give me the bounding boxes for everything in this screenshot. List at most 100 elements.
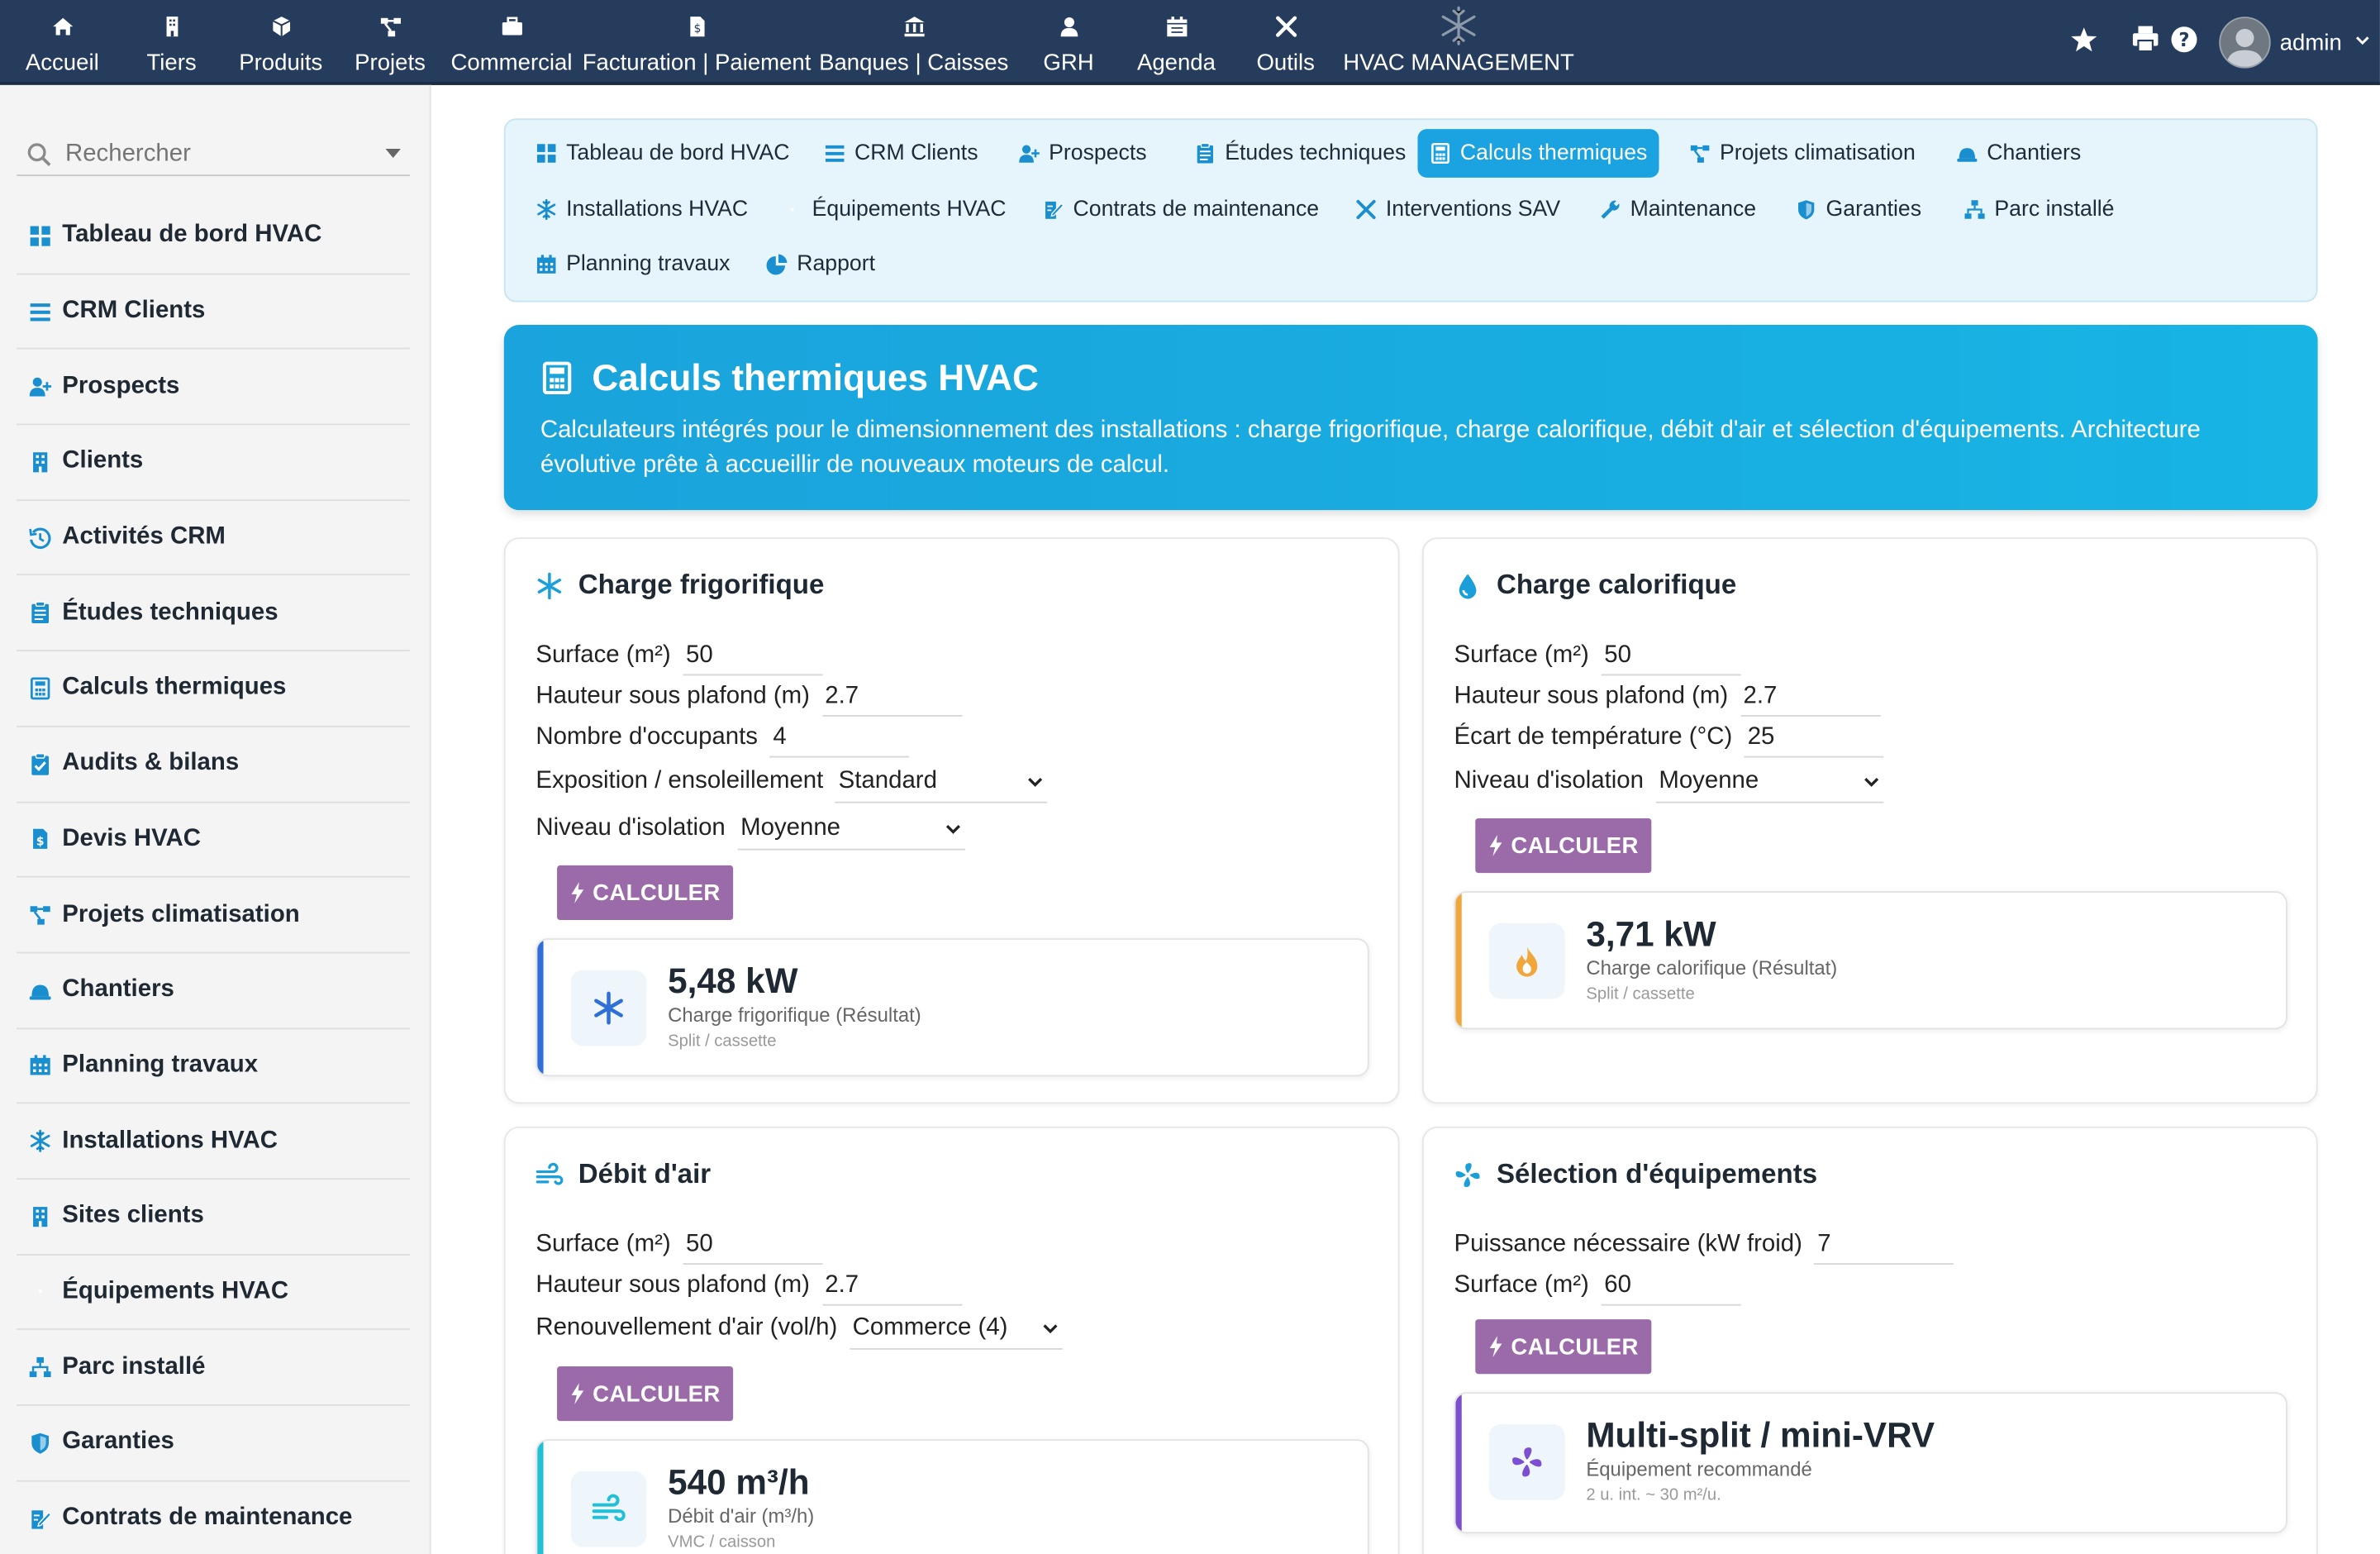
result-label: Charge frigorifique (Résultat) bbox=[668, 1003, 921, 1027]
tab-label: Installations HVAC bbox=[566, 197, 749, 222]
cube-icon bbox=[269, 0, 293, 51]
sidebar-item[interactable]: CRM Clients bbox=[17, 274, 410, 350]
sidebar-item[interactable]: Sites clients bbox=[17, 1180, 410, 1256]
tab-equipements-hvac[interactable]: Équipements HVAC bbox=[769, 185, 1018, 234]
topnav-accueil[interactable]: Accueil bbox=[18, 0, 107, 85]
topnav-banques[interactable]: Banques | Caisses bbox=[819, 0, 1008, 85]
print-icon bbox=[2131, 24, 2160, 60]
search-dropdown-caret[interactable] bbox=[385, 148, 401, 159]
isolation-select[interactable]: Moyenne bbox=[737, 808, 965, 851]
project-icon bbox=[378, 0, 402, 51]
calendar-icon bbox=[536, 254, 557, 275]
sidebar-item[interactable]: Calculs thermiques bbox=[17, 651, 410, 727]
tab-crm-clients[interactable]: CRM Clients bbox=[812, 129, 991, 178]
topnav-label: GRH bbox=[1043, 50, 1094, 76]
calculer-button[interactable]: CALCULER bbox=[557, 1366, 734, 1422]
renouvellement-select[interactable]: Commerce (4) bbox=[850, 1307, 1063, 1350]
topnav-grh[interactable]: GRH bbox=[1038, 0, 1098, 85]
chevron-down-icon bbox=[1864, 777, 1878, 786]
snowflake-icon bbox=[17, 1129, 62, 1153]
hauteur-input[interactable]: 2.7 bbox=[821, 1266, 962, 1306]
sidebar-item[interactable]: Activités CRM bbox=[17, 501, 410, 576]
tab-calculs-thermiques[interactable]: Calculs thermiques bbox=[1417, 129, 1660, 178]
hvac-tabs: Tableau de bord HVAC CRM Clients Prospects… bbox=[503, 118, 2318, 303]
sidebar-item[interactable]: Parc installé bbox=[17, 1331, 410, 1406]
topnav-projets[interactable]: Projets bbox=[352, 0, 428, 85]
sidebar-item[interactable]: Projets climatisation bbox=[17, 878, 410, 954]
bolt-icon bbox=[1490, 1336, 1503, 1358]
hauteur-input[interactable]: 2.7 bbox=[1740, 677, 1880, 717]
tab-etudes-techniques[interactable]: Études techniques bbox=[1183, 129, 1418, 178]
tab-maintenance[interactable]: Maintenance bbox=[1587, 185, 1768, 234]
tab-parc-installe[interactable]: Parc installé bbox=[1952, 185, 2126, 234]
sidebar-item[interactable]: Installations HVAC bbox=[17, 1104, 410, 1180]
sidebar-item-label: CRM Clients bbox=[62, 298, 206, 324]
wrench-icon bbox=[1600, 199, 1621, 221]
sidebar-item[interactable]: Chantiers bbox=[17, 953, 410, 1029]
sidebar-item-label: Équipements HVAC bbox=[62, 1278, 289, 1304]
dashboard-icon bbox=[536, 143, 557, 164]
tab-prospects[interactable]: Prospects bbox=[1007, 129, 1159, 178]
sidebar-item[interactable]: Prospects bbox=[17, 350, 410, 426]
tab-tableau-de-bord-hvac[interactable]: Tableau de bord HVAC bbox=[524, 129, 802, 178]
tab-contrats-de-maintenance[interactable]: Contrats de maintenance bbox=[1031, 185, 1331, 234]
calculer-button[interactable]: CALCULER bbox=[1475, 1319, 1652, 1375]
tab-projets-climatisation[interactable]: Projets climatisation bbox=[1678, 129, 1928, 178]
help-button[interactable]: ? bbox=[2170, 0, 2197, 85]
sidebar-item-label: Prospects bbox=[62, 373, 180, 399]
sidebar-item-label: Activités CRM bbox=[62, 523, 226, 551]
exposition-select[interactable]: Standard bbox=[835, 760, 1049, 803]
hardhat-icon bbox=[17, 979, 62, 1002]
sidebar-item-label: Calculs thermiques bbox=[62, 675, 287, 701]
result-value: 3,71 kW bbox=[1586, 913, 1716, 954]
hauteur-input[interactable]: 2.7 bbox=[821, 677, 962, 717]
sidebar-search[interactable] bbox=[17, 134, 410, 177]
tab-installations-hvac[interactable]: Installations HVAC bbox=[524, 185, 760, 234]
sidebar-item[interactable]: Contrats de maintenance bbox=[17, 1481, 410, 1554]
sidebar-item[interactable]: $ Devis HVAC bbox=[17, 803, 410, 878]
sidebar-item[interactable]: Audits & bilans bbox=[17, 727, 410, 803]
sidebar-item[interactable]: Garanties bbox=[17, 1406, 410, 1482]
topnav-tiers[interactable]: Tiers bbox=[140, 0, 203, 85]
result-equipement: Multi-split / mini-VRV Équipement recomm… bbox=[1454, 1392, 2287, 1534]
tab-label: Rapport bbox=[797, 251, 876, 277]
topnav-produits[interactable]: Produits bbox=[236, 0, 326, 85]
print-button[interactable] bbox=[2131, 0, 2160, 85]
topnav-outils[interactable]: Outils bbox=[1254, 0, 1317, 85]
bookmark-button[interactable] bbox=[2070, 0, 2097, 85]
clipboard-icon bbox=[1194, 142, 1216, 164]
surface-input[interactable]: 60 bbox=[1601, 1266, 1741, 1306]
sidebar-item[interactable]: Tableau de bord HVAC bbox=[17, 199, 410, 274]
tab-garanties[interactable]: Garanties bbox=[1783, 185, 1934, 234]
sidebar-item-label: Clients bbox=[62, 448, 144, 474]
calculer-button[interactable]: CALCULER bbox=[557, 865, 734, 921]
tab-planning-travaux[interactable]: Planning travaux bbox=[524, 240, 743, 288]
tab-chantiers[interactable]: Chantiers bbox=[1944, 129, 2093, 178]
surface-input[interactable]: 50 bbox=[1601, 636, 1741, 676]
invoice-icon: $ bbox=[17, 828, 62, 851]
star-icon bbox=[2070, 25, 2097, 60]
tab-label: Tableau de bord HVAC bbox=[566, 141, 790, 166]
sidebar-item[interactable]: Clients bbox=[17, 425, 410, 501]
sidebar-item[interactable]: Équipements HVAC bbox=[17, 1255, 410, 1331]
topnav-hvac-management[interactable]: HVAC MANAGEMENT bbox=[1343, 0, 1574, 85]
topnav-agenda[interactable]: Agenda bbox=[1135, 0, 1217, 85]
calculer-button[interactable]: CALCULER bbox=[1475, 818, 1652, 874]
sidebar: Tableau de bord HVAC CRM Clients Prospects… bbox=[0, 84, 431, 1554]
puissance-input[interactable]: 7 bbox=[1814, 1225, 1954, 1265]
tab-rapport[interactable]: Rapport bbox=[754, 240, 888, 288]
surface-input[interactable]: 50 bbox=[683, 636, 823, 676]
tab-interventions-sav[interactable]: Interventions SAV bbox=[1343, 185, 1572, 234]
topnav-facturation[interactable]: $ Facturation | Paiement bbox=[583, 0, 811, 85]
ecart-input[interactable]: 25 bbox=[1745, 718, 1885, 758]
search-input[interactable] bbox=[17, 140, 351, 168]
topnav-commercial[interactable]: Commercial bbox=[450, 0, 572, 85]
sidebar-item[interactable]: Études techniques bbox=[17, 576, 410, 652]
sidebar-item[interactable]: Planning travaux bbox=[17, 1028, 410, 1104]
svg-text:$: $ bbox=[36, 836, 45, 849]
isolation-select[interactable]: Moyenne bbox=[1655, 760, 1884, 803]
user-menu[interactable]: admin bbox=[2219, 0, 2370, 85]
occupants-input[interactable]: 4 bbox=[769, 718, 910, 758]
card-debit-air: Débit d'air Surface (m²) 50 Hauteur sous… bbox=[503, 1126, 1400, 1554]
surface-input[interactable]: 50 bbox=[683, 1225, 823, 1265]
